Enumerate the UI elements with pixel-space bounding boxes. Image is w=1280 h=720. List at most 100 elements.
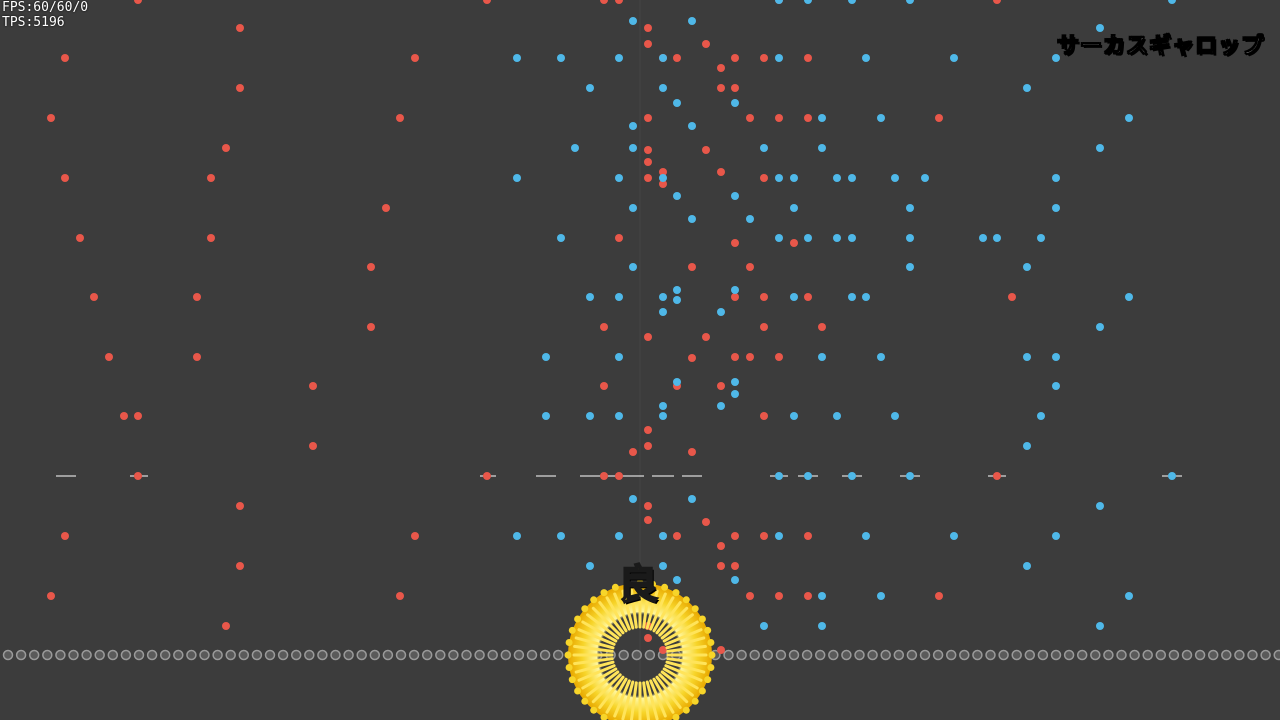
judge-marker — [225, 649, 236, 661]
note-red — [760, 174, 768, 182]
note-blue — [790, 204, 798, 212]
note-red — [702, 146, 710, 154]
judge-marker — [526, 649, 538, 661]
judge-marker — [1129, 649, 1140, 661]
judge-marker — [1207, 649, 1219, 661]
burst-dot — [568, 626, 576, 634]
note-red — [688, 354, 696, 362]
note-blue — [557, 54, 565, 62]
note-red — [600, 382, 608, 390]
note-blue — [804, 0, 812, 4]
judge-marker — [290, 649, 302, 661]
note-blue — [1052, 353, 1060, 361]
note-blue — [513, 532, 521, 540]
note-red — [644, 40, 652, 48]
note-blue — [629, 204, 637, 212]
note-blue — [818, 114, 826, 122]
note-blue — [557, 234, 565, 242]
note-blue — [659, 54, 667, 62]
note-blue — [571, 144, 579, 152]
judge-marker — [723, 649, 734, 661]
note-blue — [979, 234, 987, 242]
note-red — [760, 323, 768, 331]
note-red — [746, 114, 754, 122]
note-blue — [629, 495, 637, 503]
judge-marker — [277, 649, 289, 661]
note-blue — [688, 122, 696, 130]
note-red — [702, 40, 710, 48]
note-red — [804, 54, 812, 62]
note-red — [644, 426, 652, 434]
note-blue — [833, 174, 841, 182]
note-blue — [804, 234, 812, 242]
burst-dot — [672, 589, 680, 597]
burst-dot — [581, 697, 589, 705]
note-red — [600, 472, 608, 480]
note-red — [309, 382, 317, 390]
note-blue — [615, 532, 623, 540]
note-red — [717, 168, 725, 176]
note-red — [673, 532, 681, 540]
note-red — [367, 323, 375, 331]
note-red — [731, 353, 739, 361]
note-blue — [629, 263, 637, 271]
judge-marker — [775, 649, 787, 661]
tps-counter: TPS:5196 — [2, 15, 65, 30]
note-red — [775, 592, 783, 600]
judge-marker — [1024, 649, 1036, 661]
note-blue — [629, 122, 637, 130]
note-red — [644, 442, 652, 450]
note-red — [717, 382, 725, 390]
judge-marker — [317, 649, 328, 661]
judge-marker — [212, 649, 223, 661]
note-blue — [513, 54, 521, 62]
judge-marker — [421, 649, 433, 661]
note-blue — [615, 174, 623, 182]
note-blue — [818, 622, 826, 630]
note-blue — [993, 234, 1001, 242]
note-red — [717, 84, 725, 92]
note-blue — [688, 17, 696, 25]
note-blue — [848, 0, 856, 4]
note-blue — [1096, 144, 1104, 152]
note-blue — [775, 234, 783, 242]
note-red — [222, 622, 230, 630]
note-blue — [1052, 204, 1060, 212]
note-red — [105, 353, 113, 361]
judge-marker — [500, 649, 512, 661]
note-blue — [615, 412, 623, 420]
note-red — [236, 562, 244, 570]
judge-marker — [1260, 649, 1271, 661]
note-red — [396, 592, 404, 600]
burst-dot — [682, 596, 690, 604]
judge-marker — [736, 649, 747, 661]
note-red — [760, 54, 768, 62]
note-red — [644, 333, 652, 341]
note-red — [61, 174, 69, 182]
note-blue — [659, 402, 667, 410]
judge-marker — [448, 649, 459, 661]
note-blue — [1023, 562, 1031, 570]
judge-marker — [814, 649, 826, 661]
judge-marker — [1063, 649, 1075, 661]
judge-marker — [146, 649, 158, 661]
judge-marker — [55, 649, 66, 661]
judge-marker — [1011, 649, 1022, 661]
note-blue — [1052, 382, 1060, 390]
note-red — [615, 234, 623, 242]
note-blue — [1037, 412, 1045, 420]
note-blue — [557, 532, 565, 540]
note-red — [236, 24, 244, 32]
judge-marker — [1116, 649, 1127, 661]
note-red — [90, 293, 98, 301]
note-blue — [891, 412, 899, 420]
note-blue — [921, 174, 929, 182]
judge-marker — [1247, 649, 1258, 661]
burst-dot — [581, 605, 589, 613]
note-blue — [1052, 174, 1060, 182]
note-blue — [586, 293, 594, 301]
note-blue — [731, 576, 739, 584]
burst-dot — [574, 615, 582, 623]
note-red — [222, 144, 230, 152]
note-red — [47, 592, 55, 600]
